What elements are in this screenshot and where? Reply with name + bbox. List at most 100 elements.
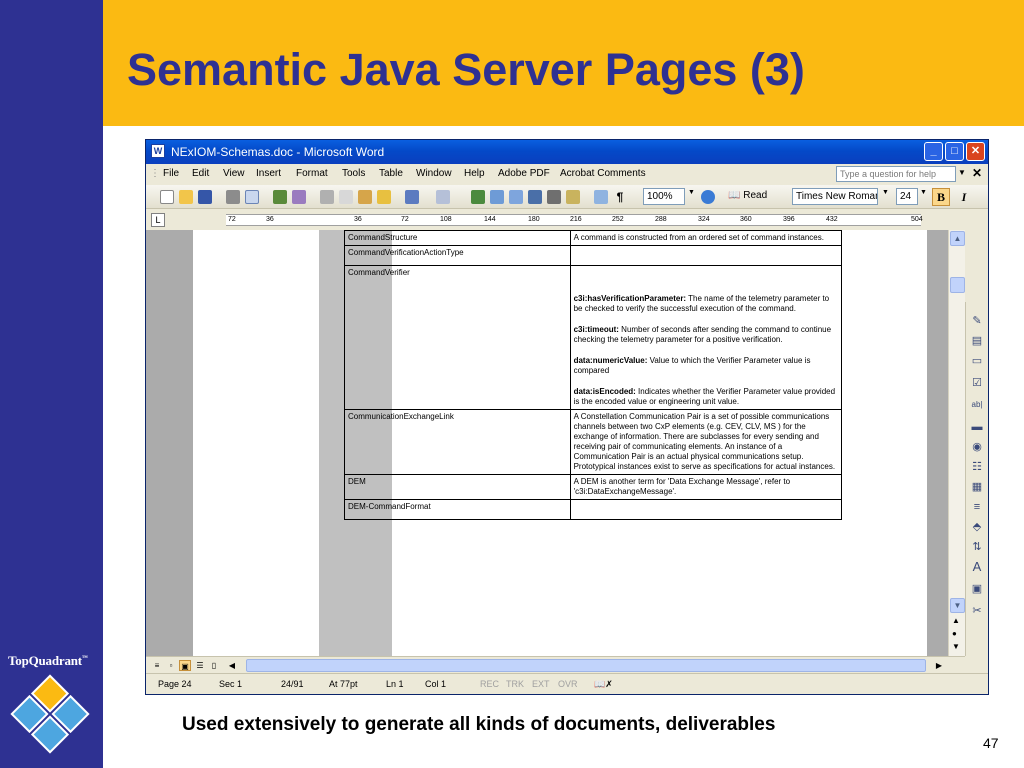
redo-icon[interactable]: [436, 190, 450, 204]
scroll-right-icon[interactable]: ▶: [933, 660, 945, 671]
scroll-left-icon[interactable]: ◀: [226, 660, 238, 671]
spelling-status-icon[interactable]: 📖✗: [594, 679, 613, 690]
menu-insert[interactable]: Insert: [256, 168, 281, 179]
combo-box-icon[interactable]: ▦: [970, 480, 984, 494]
description-cell[interactable]: c3i:hasVerificationParameter: The name o…: [569, 265, 843, 410]
image-icon[interactable]: ▣: [970, 582, 984, 596]
schema-table[interactable]: CommandStructure A command is constructed…: [344, 230, 843, 520]
open-folder-icon[interactable]: [179, 190, 193, 204]
scroll-down-icon[interactable]: ▼: [950, 598, 965, 613]
form-icon[interactable]: ▤: [970, 334, 984, 348]
tools-icon[interactable]: ✂: [970, 604, 984, 618]
term-cell[interactable]: CommandStructure: [344, 230, 571, 246]
table-row[interactable]: DEM-CommandFormat: [344, 499, 843, 520]
print-icon[interactable]: [226, 190, 240, 204]
new-document-icon[interactable]: [160, 190, 174, 204]
term-cell[interactable]: DEM: [344, 474, 571, 500]
maximize-button[interactable]: □: [945, 142, 964, 161]
line-icon[interactable]: ▬: [970, 420, 984, 434]
menu-adobe-pdf[interactable]: Adobe PDF: [498, 168, 550, 179]
font-name-select[interactable]: Times New Roman: [792, 188, 878, 205]
horizontal-scroll-track[interactable]: [246, 659, 926, 672]
chevron-down-icon[interactable]: ▼: [958, 168, 966, 177]
table-row[interactable]: CommandStructure A command is constructed…: [344, 230, 843, 246]
description-cell[interactable]: [569, 499, 843, 520]
description-cell[interactable]: A command is constructed from an ordered…: [569, 230, 843, 246]
frame-icon[interactable]: ▭: [970, 354, 984, 368]
read-button[interactable]: 📖 Read: [728, 190, 767, 201]
description-cell[interactable]: A Constellation Communication Pair is a …: [569, 409, 843, 475]
font-size-select[interactable]: 24: [896, 188, 918, 205]
insert-table-icon[interactable]: [509, 190, 523, 204]
document-area[interactable]: CommandStructure A command is constructed…: [146, 230, 948, 656]
help-search-input[interactable]: Type a question for help: [836, 166, 956, 182]
insert-excel-icon[interactable]: [528, 190, 542, 204]
label-icon[interactable]: A: [970, 560, 984, 574]
status-rec[interactable]: REC: [480, 679, 499, 689]
table-row[interactable]: DEM A DEM is another term for 'Data Excha…: [344, 474, 843, 500]
spelling-icon[interactable]: [273, 190, 287, 204]
toggle-icon[interactable]: ⇅: [970, 540, 984, 554]
zoom-chevron-icon[interactable]: ▼: [688, 189, 695, 196]
term-cell[interactable]: CommandVerificationActionType: [344, 245, 571, 266]
undo-icon[interactable]: [405, 190, 419, 204]
description-cell[interactable]: [569, 245, 843, 266]
menu-window[interactable]: Window: [416, 168, 452, 179]
menu-edit[interactable]: Edit: [192, 168, 209, 179]
save-icon[interactable]: [198, 190, 212, 204]
cut-icon[interactable]: [320, 190, 334, 204]
menu-view[interactable]: View: [223, 168, 245, 179]
show-hide-icon[interactable]: ¶: [613, 190, 627, 204]
description-cell[interactable]: A DEM is another term for 'Data Exchange…: [569, 474, 843, 500]
term-cell[interactable]: DEM-CommandFormat: [344, 499, 571, 520]
copy-icon[interactable]: [339, 190, 353, 204]
bold-button[interactable]: B: [932, 188, 950, 206]
scroll-up-icon[interactable]: ▲: [950, 231, 965, 246]
font-chevron-icon[interactable]: ▼: [882, 189, 889, 196]
text-field-icon[interactable]: ab|: [970, 398, 984, 412]
minimize-button[interactable]: _: [924, 142, 943, 161]
columns-icon[interactable]: [547, 190, 561, 204]
status-ext[interactable]: EXT: [532, 679, 550, 689]
reading-view-icon[interactable]: ▯: [208, 660, 220, 671]
outline-view-icon[interactable]: ☰: [194, 660, 206, 671]
vertical-scroll-thumb[interactable]: [950, 277, 965, 293]
print-preview-icon[interactable]: [245, 190, 259, 204]
normal-view-icon[interactable]: ≡: [151, 660, 163, 671]
status-trk[interactable]: TRK: [506, 679, 524, 689]
menu-file[interactable]: File: [163, 168, 179, 179]
menu-tools[interactable]: Tools: [342, 168, 365, 179]
font-size-chevron-icon[interactable]: ▼: [920, 189, 927, 196]
tables-borders-icon[interactable]: [490, 190, 504, 204]
checkbox-icon[interactable]: ☑: [970, 376, 984, 390]
table-row[interactable]: CommandVerificationActionType: [344, 245, 843, 266]
term-cell[interactable]: CommandVerifier: [344, 265, 571, 410]
web-view-icon[interactable]: ▫: [165, 660, 177, 671]
vertical-scrollbar[interactable]: ▲ ▼ ▲ ● ▼: [948, 230, 965, 656]
close-document-icon[interactable]: ✕: [972, 166, 982, 180]
zoom-select[interactable]: 100%: [643, 188, 685, 205]
scroll-bar-icon[interactable]: ≡: [970, 500, 984, 514]
next-page-icon[interactable]: ▼: [952, 642, 960, 651]
previous-page-icon[interactable]: ▲: [952, 616, 960, 625]
option-button-icon[interactable]: ◉: [970, 440, 984, 454]
term-cell[interactable]: CommunicationExchangeLink: [344, 409, 571, 475]
menu-format[interactable]: Format: [296, 168, 328, 179]
help-icon[interactable]: [701, 190, 715, 204]
table-row[interactable]: CommandVerifier c3i:hasVerificationParame…: [344, 265, 843, 410]
tab-selector-icon[interactable]: L: [151, 213, 165, 227]
horizontal-scroll-thumb[interactable]: [246, 659, 926, 672]
edit-icon[interactable]: ✎: [970, 314, 984, 328]
drawing-icon[interactable]: [566, 190, 580, 204]
menu-help[interactable]: Help: [464, 168, 485, 179]
close-button[interactable]: ✕: [966, 142, 985, 161]
spin-button-icon[interactable]: ⬘: [970, 520, 984, 534]
menu-table[interactable]: Table: [379, 168, 403, 179]
print-layout-icon[interactable]: ▣: [179, 660, 191, 671]
paste-icon[interactable]: [358, 190, 372, 204]
format-painter-icon[interactable]: [377, 190, 391, 204]
document-map-icon[interactable]: [594, 190, 608, 204]
hyperlink-icon[interactable]: [471, 190, 485, 204]
window-titlebar[interactable]: W NExIOM-Schemas.doc - Microsoft Word _ …: [146, 140, 988, 164]
research-icon[interactable]: [292, 190, 306, 204]
